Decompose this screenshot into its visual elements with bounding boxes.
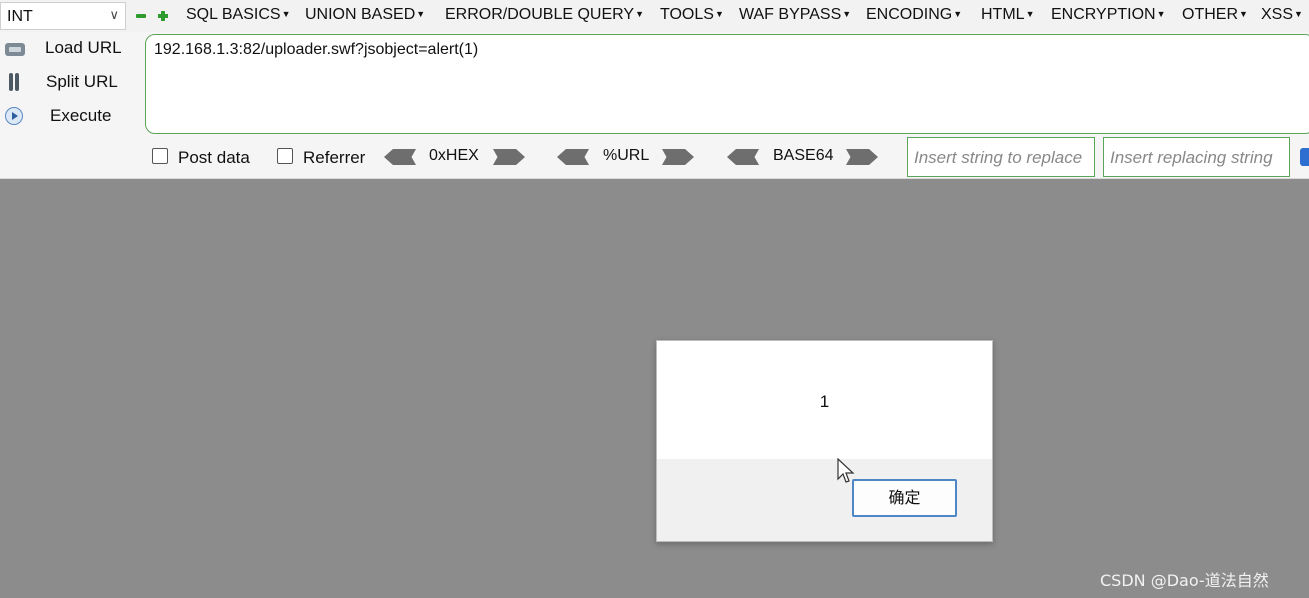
minus-icon[interactable] xyxy=(136,11,146,21)
caret-down-icon: ▼ xyxy=(1294,9,1303,19)
referrer-checkbox[interactable] xyxy=(277,148,293,164)
base64-decode-arrow-icon[interactable] xyxy=(727,149,759,165)
menu-encoding[interactable]: ENCODING▼ xyxy=(866,6,962,24)
caret-down-icon: ▼ xyxy=(1156,9,1166,19)
post-data-checkbox[interactable] xyxy=(152,148,168,164)
menu-label: ENCODING xyxy=(866,6,953,23)
replace-placeholder: Insert string to replace xyxy=(914,148,1083,167)
hackbar-toolbar: INT ∨ SQL BASICS▼ UNION BASED▼ ERROR/DOU… xyxy=(0,0,1309,179)
menu-label: UNION BASED xyxy=(305,6,416,23)
caret-down-icon: ▼ xyxy=(281,9,291,19)
scissors-icon xyxy=(4,72,26,94)
hex-decode-arrow-icon[interactable] xyxy=(384,149,416,165)
menu-error-double-query[interactable]: ERROR/DOUBLE QUERY▼ xyxy=(445,6,644,24)
url-textarea[interactable]: 192.168.1.3:82/uploader.swf?jsobject=ale… xyxy=(145,34,1309,134)
menu-waf-bypass[interactable]: WAF BYPASS▼ xyxy=(739,6,851,24)
menu-label: SQL BASICS xyxy=(186,6,281,23)
plus-icon[interactable] xyxy=(158,11,168,21)
referrer-label: Referrer xyxy=(303,148,366,167)
menu-encryption[interactable]: ENCRYPTION▼ xyxy=(1051,6,1166,24)
caret-down-icon: ▼ xyxy=(1025,9,1035,19)
url-value: 192.168.1.3:82/uploader.swf?jsobject=ale… xyxy=(154,41,479,58)
post-data-label: Post data xyxy=(178,148,250,167)
alert-body: 1 xyxy=(657,341,992,459)
base64-encode-arrow-icon[interactable] xyxy=(846,149,878,165)
menu-label: WAF BYPASS xyxy=(739,6,842,23)
caret-down-icon: ▼ xyxy=(714,9,724,19)
replace-string-input[interactable]: Insert string to replace xyxy=(907,137,1095,177)
load-url-label: Load URL xyxy=(45,38,122,57)
caret-down-icon: ▼ xyxy=(953,9,963,19)
menu-label: HTML xyxy=(981,6,1025,23)
menu-tools[interactable]: TOOLS▼ xyxy=(660,6,724,24)
alert-dialog: 1 确定 xyxy=(656,340,993,542)
menu-label: TOOLS xyxy=(660,6,714,23)
menu-xss[interactable]: XSS▼ xyxy=(1261,6,1303,24)
load-url-button[interactable]: Load URL xyxy=(0,34,140,64)
url-encode-arrow-icon[interactable] xyxy=(662,149,694,165)
menu-label: ENCRYPTION xyxy=(1051,6,1156,23)
replace-checkbox[interactable] xyxy=(1300,148,1309,166)
split-url-label: Split URL xyxy=(46,72,118,91)
menu-label: OTHER xyxy=(1182,6,1238,23)
base64-label: BASE64 xyxy=(773,147,834,164)
menu-other[interactable]: OTHER▼ xyxy=(1182,6,1248,24)
menu-bar: INT ∨ SQL BASICS▼ UNION BASED▼ ERROR/DOU… xyxy=(0,0,1309,32)
ok-button[interactable]: 确定 xyxy=(852,479,957,517)
replacing-placeholder: Insert replacing string xyxy=(1110,148,1273,167)
caret-down-icon: ▼ xyxy=(416,9,426,19)
watermark: CSDN @Dao-道法自然 xyxy=(1100,571,1269,590)
split-url-button[interactable]: Split URL xyxy=(0,68,140,98)
url-enc-label: %URL xyxy=(603,147,650,164)
caret-down-icon: ▼ xyxy=(635,9,644,19)
url-decode-arrow-icon[interactable] xyxy=(557,149,589,165)
mouse-cursor-icon xyxy=(837,458,855,483)
menu-html[interactable]: HTML▼ xyxy=(981,6,1034,24)
execute-label: Execute xyxy=(50,106,112,125)
menu-union-based[interactable]: UNION BASED▼ xyxy=(305,6,425,24)
alert-message: 1 xyxy=(819,392,830,411)
menu-label: XSS xyxy=(1261,6,1294,23)
chevron-down-icon: ∨ xyxy=(109,7,119,22)
execute-button[interactable]: Execute xyxy=(0,102,140,132)
int-select-value: INT xyxy=(7,8,33,25)
hex-label: 0xHEX xyxy=(429,147,479,164)
play-icon xyxy=(4,106,26,128)
menu-sql-basics[interactable]: SQL BASICS▼ xyxy=(186,6,290,24)
disk-icon xyxy=(4,38,26,60)
hex-encode-arrow-icon[interactable] xyxy=(493,149,525,165)
int-select[interactable]: INT ∨ xyxy=(0,2,126,30)
replacing-string-input[interactable]: Insert replacing string xyxy=(1103,137,1290,177)
caret-down-icon: ▼ xyxy=(1239,9,1248,19)
menu-label: ERROR/DOUBLE QUERY xyxy=(445,6,635,23)
caret-down-icon: ▼ xyxy=(842,9,852,19)
